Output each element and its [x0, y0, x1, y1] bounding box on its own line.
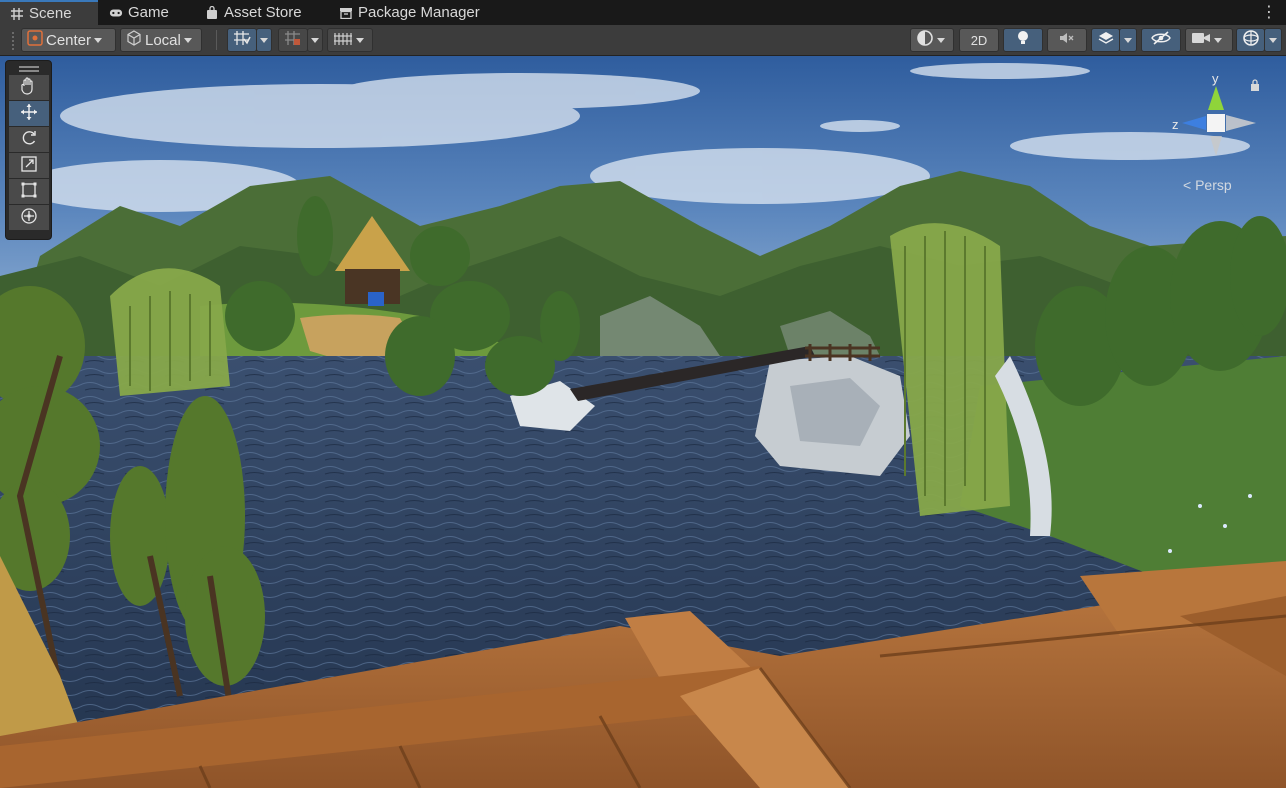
toolbar-grip: [12, 32, 14, 50]
hand-icon: [20, 77, 38, 98]
z-axis-cone[interactable]: [1182, 116, 1206, 130]
camera-settings-dropdown[interactable]: [1185, 28, 1233, 52]
view-tool-button[interactable]: [8, 75, 49, 101]
shading-mode-icon: [916, 29, 934, 51]
pivot-center-label: Center: [46, 31, 92, 49]
projection-label: Persp: [1195, 177, 1232, 193]
tab-package-manager[interactable]: Package Manager: [329, 0, 490, 25]
chevron-down-icon: [311, 37, 319, 43]
more-options-icon[interactable]: ⋮: [1261, 2, 1277, 22]
chevron-down-icon: [937, 37, 945, 43]
scene-viewport[interactable]: [0, 56, 1286, 788]
neg-y-axis-cone[interactable]: [1210, 136, 1222, 156]
tab-game-label: Game: [128, 4, 169, 21]
gizmo-y-label: y: [1212, 71, 1219, 86]
increment-snapping-toggle[interactable]: [278, 28, 308, 52]
rect-transform-icon: [20, 181, 38, 202]
layers-effects-icon: [1098, 30, 1114, 50]
rotate-icon: [20, 129, 38, 150]
scene-visibility-toggle[interactable]: [1141, 28, 1181, 52]
grid-snapping-toggle[interactable]: [227, 28, 257, 52]
pivot-icon: [27, 30, 43, 50]
rotate-tool-button[interactable]: [8, 127, 49, 153]
increment-snap-icon: [284, 30, 302, 50]
package-icon: [339, 6, 353, 20]
rect-tool-button[interactable]: [8, 179, 49, 205]
scene-effects-toggle[interactable]: [1091, 28, 1120, 52]
scene-audio-toggle[interactable]: [1047, 28, 1087, 52]
grid-visibility-icon: [333, 30, 353, 50]
neg-x-axis-cone[interactable]: [1226, 115, 1256, 131]
grid-visibility-dropdown[interactable]: [327, 28, 373, 52]
move-arrows-icon: [20, 103, 38, 124]
lock-icon[interactable]: [1250, 79, 1260, 94]
increment-snapping-dropdown[interactable]: [307, 28, 323, 52]
audio-muted-icon: [1059, 31, 1075, 49]
gizmo-center-cube[interactable]: [1207, 114, 1225, 132]
shopping-bag-icon: [205, 6, 219, 20]
lightbulb-icon: [1016, 30, 1030, 50]
grid-snap-icon: [233, 30, 251, 50]
scale-tool-button[interactable]: [8, 153, 49, 179]
transform-tools-overlay: [5, 60, 52, 240]
cube-icon: [126, 30, 142, 50]
chevron-down-icon: [1269, 37, 1277, 43]
scene-effects-dropdown[interactable]: [1119, 28, 1137, 52]
tab-package-manager-label: Package Manager: [358, 4, 480, 21]
gizmo-globe-icon: [1242, 29, 1260, 51]
toolbar-separator: [216, 30, 217, 50]
space-local-label: Local: [145, 31, 181, 49]
gizmo-z-label: z: [1172, 117, 1179, 132]
tab-scene-label: Scene: [29, 5, 72, 22]
move-tool-button[interactable]: [8, 101, 49, 127]
toggle-2d-button[interactable]: 2D: [959, 28, 999, 52]
gamepad-icon: [109, 6, 123, 20]
overlay-drag-handle[interactable]: [18, 66, 39, 72]
draw-mode-dropdown[interactable]: [910, 28, 954, 52]
projection-toggle[interactable]: < Persp: [1183, 177, 1232, 193]
tab-game[interactable]: Game: [99, 0, 179, 25]
tab-asset-store-label: Asset Store: [224, 4, 302, 21]
chevron-down-icon: [1124, 37, 1132, 43]
eye-hidden-icon: [1151, 31, 1171, 49]
transform-all-icon: [20, 207, 38, 228]
orientation-gizmo[interactable]: y z: [1154, 66, 1264, 176]
gizmos-dropdown[interactable]: [1264, 28, 1282, 52]
transform-tool-button[interactable]: [8, 205, 49, 231]
tab-scene[interactable]: Scene: [0, 0, 98, 25]
chevron-left-icon: <: [1183, 177, 1192, 193]
scene-render[interactable]: [0, 56, 1286, 788]
chevron-down-icon: [356, 37, 364, 43]
toggle-2d-label: 2D: [970, 32, 988, 48]
scene-lighting-toggle[interactable]: [1003, 28, 1043, 52]
space-local-dropdown[interactable]: Local: [120, 28, 202, 52]
chevron-down-icon: [260, 37, 268, 43]
y-axis-cone[interactable]: [1208, 86, 1224, 110]
grid-snapping-dropdown[interactable]: [256, 28, 272, 52]
chevron-down-icon: [1214, 37, 1222, 43]
tab-bar: Scene Game Asset Store Package Manager ⋮: [0, 0, 1286, 25]
chevron-down-icon: [94, 37, 103, 43]
pivot-center-dropdown[interactable]: Center: [21, 28, 116, 52]
video-camera-icon: [1191, 31, 1211, 49]
tab-asset-store[interactable]: Asset Store: [195, 0, 312, 25]
chevron-down-icon: [183, 37, 192, 43]
scale-icon: [20, 155, 38, 176]
gizmos-toggle[interactable]: [1236, 28, 1265, 52]
grid-icon: [10, 7, 24, 21]
scene-toolbar: Center Local 2D: [0, 25, 1286, 56]
